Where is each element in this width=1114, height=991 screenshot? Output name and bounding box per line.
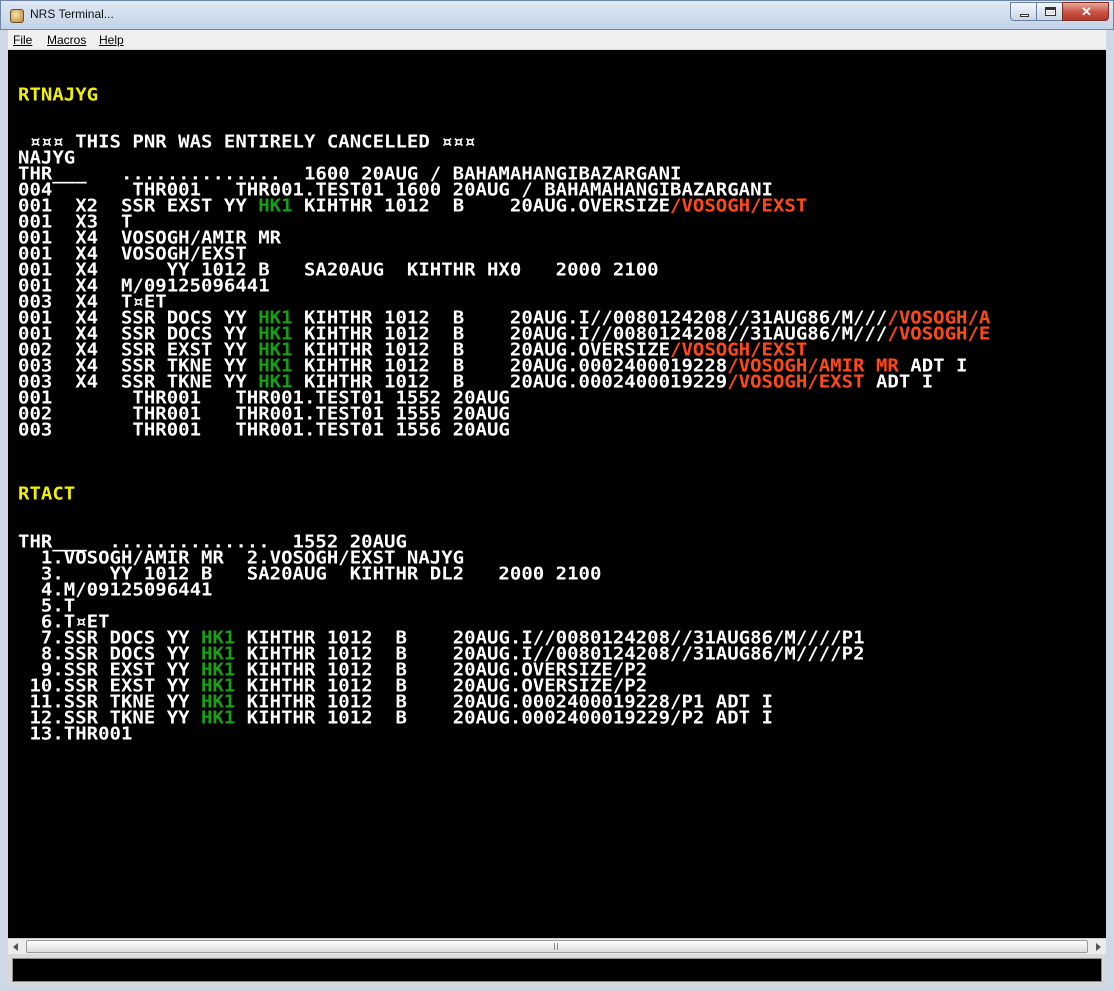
text-green: HK1 — [258, 195, 293, 217]
window-title: NRS Terminal... — [30, 7, 114, 21]
minimize-icon — [1020, 14, 1029, 17]
text-segment: KIHTHR 1012 B 20AUG.0002400019229/P2 ADT… — [235, 707, 773, 729]
text-segment: KIHTHR 1012 B 20AUG.OVERSIZE — [292, 195, 671, 217]
text-yellow: RTACT — [18, 483, 76, 505]
text-red: /VOSOGH/E — [887, 323, 991, 345]
grip-icon — [554, 943, 560, 950]
menu-help-label: Help — [99, 33, 124, 47]
terminal-line: 13.THR001 — [18, 723, 133, 745]
text-segment: ADT I — [864, 371, 934, 393]
menu-file[interactable]: File — [13, 33, 32, 47]
menu-macros[interactable]: Macros — [47, 33, 86, 47]
command-input[interactable] — [12, 958, 1102, 982]
app-icon — [10, 9, 24, 23]
menu-file-label: File — [13, 33, 33, 47]
close-icon: ✕ — [1081, 4, 1092, 19]
terminal-line: RTNAJYG — [18, 84, 99, 106]
scrollbar-thumb[interactable] — [26, 940, 1088, 953]
command-bar — [8, 954, 1106, 985]
close-button[interactable]: ✕ — [1062, 2, 1109, 21]
text-red: /VOSOGH/EXST — [670, 195, 808, 217]
terminal-line: 003 THR001 THR001.TEST01 1556 20AUG — [18, 419, 510, 441]
terminal-line: RTACT — [18, 483, 76, 505]
text-segment: 003 THR001 THR001.TEST01 1556 20AUG — [18, 419, 510, 441]
horizontal-scrollbar[interactable] — [8, 938, 1106, 954]
text-yellow: RTNAJYG — [18, 84, 99, 106]
menu-help[interactable]: Help — [99, 33, 124, 47]
terminal-output[interactable]: RTNAJYG ¤¤¤ THIS PNR WAS ENTIRELY CANCEL… — [8, 50, 1106, 938]
terminal-line: 001 X2 SSR EXST YY HK1 KIHTHR 1012 B 20A… — [18, 195, 808, 217]
terminal-line: ¤¤¤ THIS PNR WAS ENTIRELY CANCELLED ¤¤¤ — [18, 131, 476, 153]
maximize-button[interactable] — [1036, 2, 1063, 21]
text-red: /VOSOGH/EXST — [727, 371, 865, 393]
menu-bar: File Macros Help — [8, 30, 1106, 50]
title-bar: NRS Terminal... ✕ — [0, 0, 1114, 30]
scroll-right-icon[interactable] — [1089, 939, 1106, 954]
text-green: HK1 — [201, 707, 236, 729]
text-segment: ¤¤¤ THIS PNR WAS ENTIRELY CANCELLED ¤¤¤ — [18, 131, 476, 153]
minimize-button[interactable] — [1010, 2, 1037, 21]
scroll-left-icon[interactable] — [8, 939, 25, 954]
maximize-icon — [1045, 7, 1056, 16]
text-segment: 13.THR001 — [18, 723, 133, 745]
menu-macros-label: Macros — [47, 33, 87, 47]
